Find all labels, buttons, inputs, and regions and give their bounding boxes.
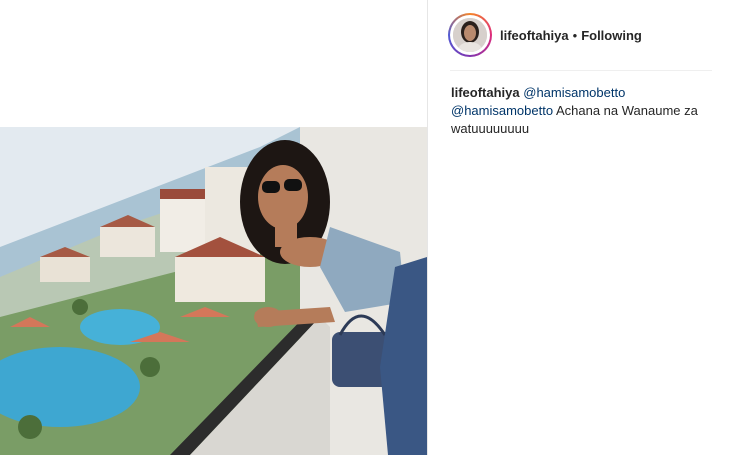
separator-dot: • <box>572 28 578 43</box>
post-header: lifeoftahiya • Following <box>428 0 730 70</box>
post-caption: lifeoftahiya @hamisamobetto @hamisamobet… <box>451 84 713 138</box>
following-button[interactable]: Following <box>581 28 642 43</box>
avatar[interactable] <box>453 18 487 52</box>
username-link[interactable]: lifeoftahiya <box>500 28 569 43</box>
mention-link[interactable]: @hamisamobetto <box>523 85 625 100</box>
mention-link[interactable]: @hamisamobetto <box>451 103 553 118</box>
caption-username-link[interactable]: lifeoftahiya <box>451 85 520 100</box>
story-ring[interactable] <box>448 13 492 57</box>
header-divider <box>450 70 712 71</box>
header-text: lifeoftahiya • Following <box>500 28 642 43</box>
photo-pane <box>0 0 427 455</box>
post-photo-illustration <box>0 127 427 455</box>
avatar-icon <box>453 18 487 52</box>
avatar-frame <box>450 15 490 55</box>
post-side-panel: lifeoftahiya • Following lifeoftahiya @ham… <box>428 0 730 455</box>
post-photo[interactable] <box>0 127 427 455</box>
instagram-post: lifeoftahiya • Following lifeoftahiya @ham… <box>0 0 730 455</box>
